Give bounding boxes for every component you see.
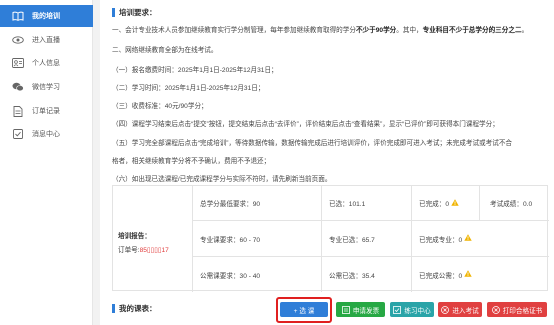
requirement-line-6: （四）课程学习结束后点击“提交”按钮，提交结束后点击“去评价”，评价结束后点击“…	[112, 121, 499, 128]
public-selected: 公需已选：35.4	[321, 257, 411, 292]
major-selected: 专业已选：65.7	[321, 221, 411, 256]
select-course-label: + 选 课	[293, 307, 315, 315]
print-certificate-button[interactable]: 打印合格证书	[487, 302, 547, 317]
sidebar-item-orders[interactable]: 订单记录	[0, 100, 93, 122]
sidebar-item-label: 进入直播	[32, 37, 60, 44]
order-no: 85	[139, 247, 147, 254]
courses-title: 我的课表：	[119, 304, 157, 313]
sidebar-item-messages[interactable]: 消息中心	[0, 123, 93, 145]
warning-icon	[464, 234, 472, 243]
report-label: 培训报告：	[118, 233, 151, 240]
heading-accent-bar	[112, 8, 115, 17]
warning-icon	[451, 198, 459, 208]
practice-label: 练习中心	[404, 307, 431, 315]
requirement-line-9: （六）如出现已选课程/已完成课程学分与实际不符时，请先刷新当前页面。	[112, 176, 332, 183]
exam-icon	[441, 305, 450, 314]
public-completed: 已完成公需：0	[419, 272, 463, 280]
requirement-line-4: （二）学习时间：2025年1月1日-2025年12月31日；	[112, 85, 265, 92]
book-icon	[12, 10, 24, 22]
req-text: 。其中，	[396, 27, 423, 34]
requirement-line-3: （一）报名缴费时间：2025年1月1日-2025年12月31日；	[112, 67, 278, 74]
requirement-line-1: 一、会计专业技术人员参加继续教育实行学分制管理，每年参加继续教育取得的学分不少于…	[112, 24, 528, 34]
document-icon	[12, 105, 24, 117]
sidebar-item-label: 个人信息	[32, 60, 60, 67]
requirement-line-2: 二、网络继续教育全部为在线考试。	[112, 47, 218, 54]
public-completed-cell: 已完成公需：0	[411, 257, 549, 292]
requirement-line-5: （三）收费标准：40元/90学分；	[112, 103, 208, 110]
print-icon	[491, 305, 500, 314]
req-bold: 专业科目不少于总学分的三分之二	[422, 27, 522, 34]
check-square-icon	[12, 128, 24, 140]
order-tail: 17	[161, 247, 169, 254]
order-number: 订单号:85▯▯▯▯17	[118, 244, 169, 254]
requirements-heading: 培训要求：	[112, 7, 157, 18]
requirements-title: 培训要求：	[119, 8, 157, 17]
major-completed-cell: 已完成专业：0	[411, 221, 549, 256]
sidebar-item-my-training[interactable]: 我的培训	[0, 5, 93, 27]
sidebar-item-wechat[interactable]: 微信学习	[0, 76, 93, 98]
sidebar-item-label: 订单记录	[32, 108, 60, 115]
invoice-label: 申请发票	[352, 307, 380, 315]
total-required: 总学分最低要求：90	[200, 201, 261, 208]
person-card-icon	[12, 57, 24, 69]
order-masked: ▯▯▯▯	[146, 247, 162, 254]
sidebar-item-label: 微信学习	[32, 84, 60, 91]
public-required: 公需课要求：30 - 40	[200, 272, 261, 280]
sidebar-item-label: 消息中心	[32, 131, 60, 138]
req-text: 。	[521, 27, 529, 34]
requirement-line-7: （五）学习完全部课程后点击“完成培训”，等待数据传输，数据传输完成后进行培训评价…	[112, 140, 513, 147]
cert-label: 打印合格证书	[502, 307, 543, 315]
invoice-icon	[341, 305, 350, 314]
req-text: 一、会计专业技术人员参加继续教育实行学分制管理，每年参加继续教育取得的学分	[112, 27, 356, 34]
training-report-table: 培训报告： 订单号:85▯▯▯▯17 总学分最低要求：90 已选：101.1 已…	[112, 185, 549, 292]
select-course-button[interactable]: + 选 课	[280, 302, 328, 317]
main-panel: 培训要求： 一、会计专业技术人员参加继续教育实行学分制管理，每年参加继续教育取得…	[100, 0, 554, 325]
exam-label: 进入考试	[452, 307, 479, 315]
major-completed: 已完成专业：0	[419, 236, 463, 244]
stats-row-total: 总学分最低要求：90 已选：101.1 已完成：0 考试成绩：0.0	[193, 186, 549, 221]
eye-icon	[12, 34, 24, 46]
report-label-cell: 培训报告： 订单号:85▯▯▯▯17	[113, 186, 193, 292]
courses-heading: 我的课表：	[112, 303, 157, 314]
order-prefix: 订单号:	[118, 247, 140, 254]
major-required: 专业课要求：60 - 70	[200, 236, 261, 244]
apply-invoice-button[interactable]: 申请发票	[336, 302, 385, 317]
practice-icon	[393, 305, 402, 314]
requirement-line-8: 格者，相关继续教育学分将不予确认，费用不予退还；	[112, 158, 271, 165]
sidebar: 我的培训 进入直播 个人信息 微信学习 订单记录 消息中心	[0, 0, 93, 325]
exam-score: 考试成绩：0.0	[479, 186, 549, 220]
stats-row-public: 公需课要求：30 - 40 公需已选：35.4 已完成公需：0	[193, 257, 549, 292]
total-selected: 已选：101.1	[321, 186, 411, 220]
req-bold: 不少于90学分	[355, 27, 397, 34]
enter-exam-button[interactable]: 进入考试	[438, 302, 482, 317]
stats-row-major: 专业课要求：60 - 70 专业已选：65.7 已完成专业：0	[193, 221, 549, 257]
wechat-icon	[12, 81, 24, 93]
total-completed-cell: 已完成：0	[411, 186, 479, 220]
warning-icon	[464, 270, 472, 279]
heading-accent-bar	[112, 304, 115, 313]
total-completed: 已完成：0	[419, 201, 450, 208]
sidebar-item-label: 我的培训	[32, 13, 60, 20]
practice-center-button[interactable]: 练习中心	[390, 302, 434, 317]
sidebar-item-live[interactable]: 进入直播	[0, 29, 93, 51]
sidebar-item-profile[interactable]: 个人信息	[0, 52, 93, 74]
